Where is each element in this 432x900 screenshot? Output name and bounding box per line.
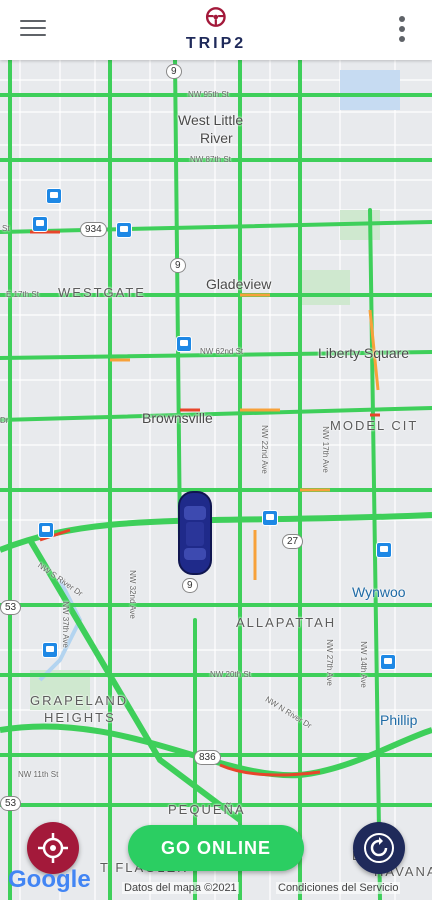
map-label-liberty-square: Liberty Square <box>318 345 410 361</box>
map-label-westgate: WESTGATE <box>58 285 146 300</box>
street-label: NW 14th Ave <box>358 641 368 688</box>
map-label-brownsville: Brownsville <box>142 410 213 426</box>
map-label-allapattah: ALLAPATTAH <box>236 615 337 630</box>
transit-stop-icon[interactable] <box>42 642 58 658</box>
route-shield: 836 <box>194 750 221 765</box>
street-label: NW 17th Ave <box>320 426 330 473</box>
brand-name: TRIP2 <box>185 35 247 52</box>
street-label: E 17th St <box>6 290 39 299</box>
transit-stop-icon[interactable] <box>376 542 392 558</box>
street-label: NW 11th St <box>18 770 59 779</box>
steering-wheel-icon <box>206 7 226 27</box>
map-label-phillip: Phillip <box>380 712 418 728</box>
transit-stop-icon[interactable] <box>380 654 396 670</box>
refresh-button[interactable] <box>353 822 405 874</box>
street-label: NW 62nd St <box>200 347 244 356</box>
street-label: NW 22nd Ave <box>259 425 269 474</box>
street-label: NW 20th St <box>210 670 251 679</box>
street-label: NW 27th Ave <box>324 639 334 686</box>
route-shield: 934 <box>80 222 107 237</box>
route-shield: 53 <box>0 796 22 811</box>
transit-stop-icon[interactable] <box>38 522 54 538</box>
hamburger-menu-icon[interactable] <box>20 20 46 40</box>
route-shield: 27 <box>282 534 304 549</box>
map-view[interactable]: West Little River Gladeview WESTGATE Lib… <box>0 60 432 900</box>
app-logo: TRIP2 <box>186 6 246 53</box>
map-data-attribution[interactable]: Datos del mapa ©2021 <box>122 882 239 894</box>
map-label-model-city: MODEL CIT <box>330 418 419 433</box>
street-label: NW 32nd Ave <box>127 570 137 619</box>
map-label-pequena: PEQUEÑA <box>168 802 246 817</box>
street-label: St <box>2 224 10 233</box>
street-label: NW 37th Ave <box>60 601 70 648</box>
map-label-grapeland-heights: HEIGHTS <box>44 710 116 725</box>
route-shield: 9 <box>182 578 198 593</box>
street-label: NW 95th St <box>188 90 229 99</box>
google-logo: Google <box>8 866 91 893</box>
map-label-gladeview: Gladeview <box>206 276 272 292</box>
more-vert-icon[interactable] <box>398 16 406 46</box>
map-label-wynwood: Wynwoo <box>352 584 406 600</box>
transit-stop-icon[interactable] <box>262 510 278 526</box>
transit-stop-icon[interactable] <box>32 216 48 232</box>
transit-stop-icon[interactable] <box>116 222 132 238</box>
map-label-west-little-river: West Little <box>178 112 244 128</box>
go-online-button[interactable]: GO ONLINE <box>128 825 304 871</box>
car-marker-icon <box>178 491 212 575</box>
transit-stop-icon[interactable] <box>46 188 62 204</box>
street-label: Dr <box>0 416 9 425</box>
map-label-grapeland-heights: GRAPELAND <box>30 693 129 708</box>
route-shield: 9 <box>166 64 182 79</box>
map-label-west-little-river: River <box>200 130 233 146</box>
route-shield: 53 <box>0 600 22 615</box>
app-header: TRIP2 <box>0 0 432 60</box>
route-shield: 9 <box>170 258 186 273</box>
terms-link[interactable]: Condiciones del Servicio <box>276 882 401 894</box>
refresh-icon <box>364 833 394 863</box>
map-roads <box>0 60 432 900</box>
transit-stop-icon[interactable] <box>176 336 192 352</box>
street-label: NW 87th St <box>190 155 231 164</box>
